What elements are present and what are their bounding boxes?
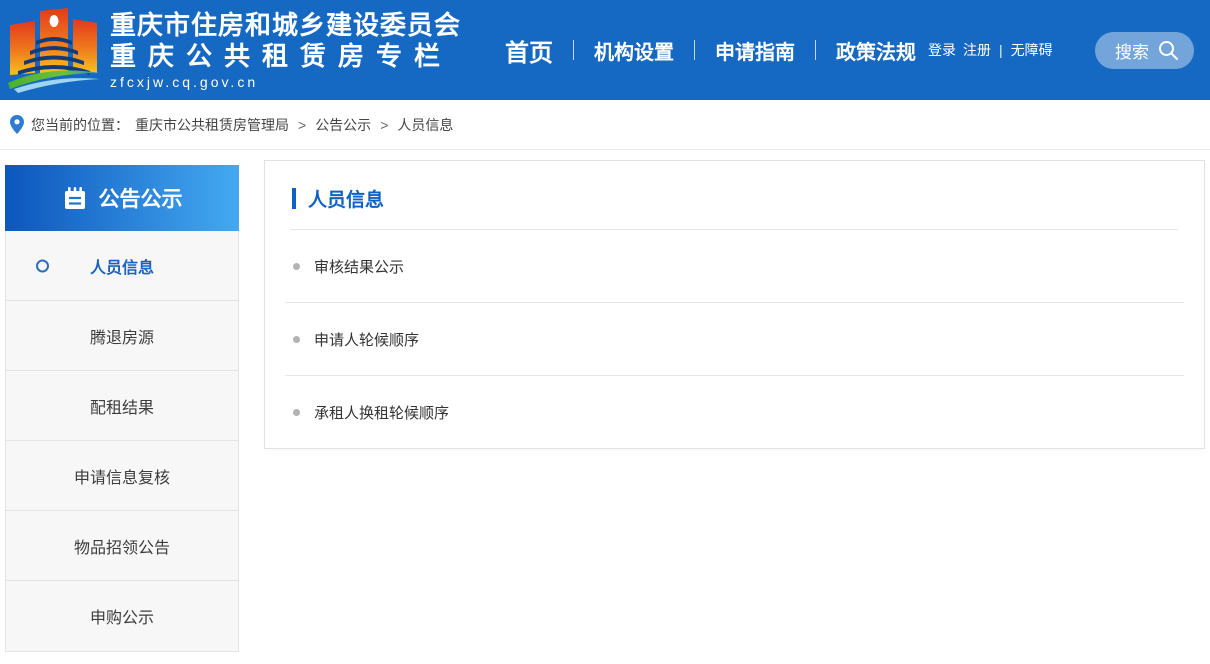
sidebar: 公告公示 人员信息 腾退房源 配租结果 申请信息复核 物品招领公告 申购公示	[5, 165, 239, 652]
link-tenant-exchange-waiting-order[interactable]: 承租人换租轮候顺序	[314, 402, 449, 423]
nav-item-apply-guide[interactable]: 申请指南	[715, 36, 795, 65]
link-audit-results[interactable]: 审核结果公示	[314, 256, 404, 277]
list-item: 审核结果公示	[265, 230, 1204, 302]
sidebar-header: 公告公示	[5, 165, 239, 231]
list-item: 承租人换租轮候顺序	[265, 376, 1204, 448]
card-title-row: 人员信息	[265, 161, 1204, 229]
register-link[interactable]: 注册	[963, 40, 991, 60]
breadcrumb-item-personnel[interactable]: 人员信息	[397, 115, 453, 135]
sidebar-item-personnel-info[interactable]: 人员信息	[6, 231, 238, 301]
sidebar-menu: 人员信息 腾退房源 配租结果 申请信息复核 物品招领公告 申购公示	[5, 231, 239, 652]
sidebar-item-allocation-results[interactable]: 配租结果	[6, 371, 238, 441]
site-header: 重庆市住房和城乡建设委员会 重庆公共租赁房专栏 zfcxjw.cq.gov.cn…	[0, 0, 1210, 100]
page-body: 公告公示 人员信息 腾退房源 配租结果 申请信息复核 物品招领公告 申购公示 人…	[0, 150, 1210, 652]
bullet-dot-icon	[293, 262, 300, 270]
logo-url: zfcxjw.cq.gov.cn	[110, 74, 259, 91]
sidebar-item-application-review[interactable]: 申请信息复核	[6, 441, 238, 511]
list-item: 申请人轮候顺序	[265, 303, 1204, 375]
active-item-circle-icon	[36, 259, 49, 272]
site-logo[interactable]: 重庆市住房和城乡建设委员会 重庆公共租赁房专栏 zfcxjw.cq.gov.cn	[8, 7, 461, 93]
nav-separator	[694, 40, 696, 60]
nav-separator	[573, 40, 575, 60]
nav-item-home[interactable]: 首页	[505, 33, 553, 68]
sidebar-item-lost-and-found[interactable]: 物品招领公告	[6, 511, 238, 581]
sidebar-item-label: 配租结果	[89, 399, 154, 417]
title-accent-bar	[292, 188, 296, 209]
sidebar-item-vacated-housing[interactable]: 腾退房源	[6, 301, 238, 371]
chongqing-buildings-logo-icon	[8, 8, 100, 93]
breadcrumb-separator: >	[298, 116, 307, 133]
logo-title-line2: 重庆公共租赁房专栏	[110, 41, 453, 71]
breadcrumb: 您当前的位置： 重庆市公共租赁房管理局 > 公告公示 > 人员信息	[0, 100, 1210, 150]
breadcrumb-prefix: 您当前的位置：	[31, 116, 129, 133]
bullet-dot-icon	[293, 408, 300, 416]
sidebar-item-label: 申请信息复核	[73, 469, 170, 487]
breadcrumb-separator: >	[380, 116, 389, 133]
nav-item-organization[interactable]: 机构设置	[594, 36, 674, 65]
logo-title-line1: 重庆市住房和城乡建设委员会	[110, 9, 462, 40]
sidebar-item-label: 申购公示	[89, 610, 154, 627]
main-nav: 首页 机构设置 申请指南 政策法规	[505, 33, 916, 68]
login-link[interactable]: 登录	[928, 40, 956, 60]
sidebar-item-label: 腾退房源	[89, 329, 154, 347]
breadcrumb-item-bureau[interactable]: 重庆市公共租赁房管理局	[135, 115, 289, 135]
page-title: 人员信息	[308, 190, 385, 211]
main-content-card: 人员信息 审核结果公示 申请人轮候顺序 承租人换租轮候顺序	[264, 160, 1205, 449]
nav-item-policies[interactable]: 政策法规	[836, 36, 916, 65]
bullet-dot-icon	[293, 335, 300, 343]
logo-text: 重庆市住房和城乡建设委员会 重庆公共租赁房专栏 zfcxjw.cq.gov.cn	[110, 10, 461, 90]
sidebar-item-purchase-publicity[interactable]: 申购公示	[6, 581, 238, 651]
location-pin-icon	[10, 115, 24, 134]
breadcrumb-item-announcements[interactable]: 公告公示	[315, 115, 371, 135]
search-button-label: 搜索	[1115, 42, 1149, 62]
search-icon	[1159, 41, 1178, 60]
sidebar-item-label: 物品招领公告	[73, 539, 170, 557]
utility-links: 登录 注册 | 无障碍	[928, 40, 1053, 60]
utility-separator: |	[999, 42, 1003, 58]
notebook-icon	[64, 187, 85, 209]
accessibility-link[interactable]: 无障碍	[1011, 40, 1053, 60]
link-applicant-waiting-order[interactable]: 申请人轮候顺序	[314, 329, 419, 350]
nav-separator	[815, 40, 817, 60]
search-button[interactable]: 搜索	[1095, 31, 1194, 69]
sidebar-header-label: 公告公示	[98, 188, 183, 211]
sidebar-item-label: 人员信息	[89, 259, 154, 277]
